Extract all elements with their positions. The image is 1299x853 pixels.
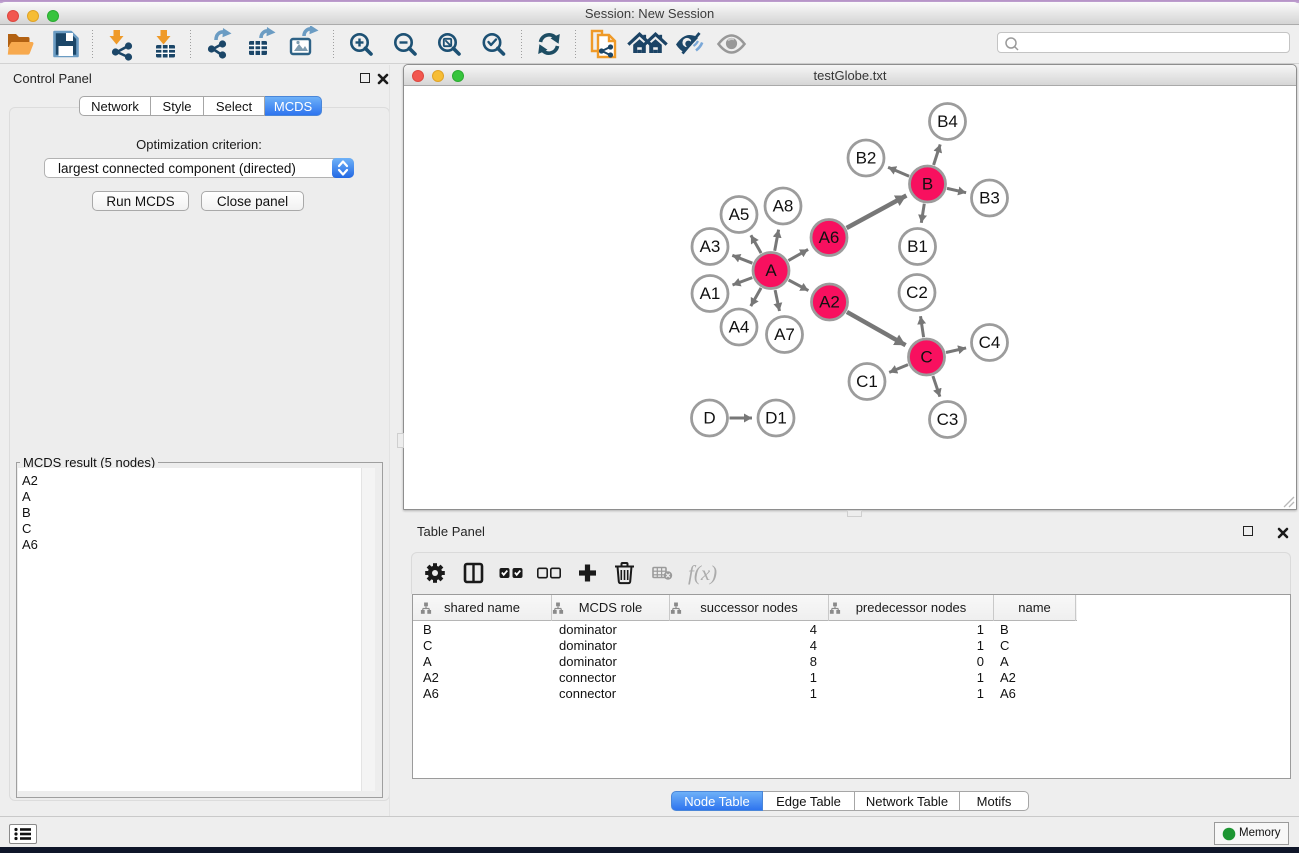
svg-text:B4: B4 [937, 112, 958, 131]
svg-text:A1: A1 [700, 284, 721, 303]
svg-text:C4: C4 [979, 333, 1001, 352]
svg-text:A8: A8 [773, 197, 794, 216]
svg-text:C1: C1 [856, 372, 878, 391]
svg-text:B: B [922, 175, 933, 194]
svg-text:A3: A3 [700, 237, 721, 256]
svg-text:C2: C2 [906, 283, 928, 302]
svg-text:A2: A2 [819, 293, 840, 312]
svg-text:D1: D1 [765, 409, 787, 428]
svg-text:D: D [703, 409, 715, 428]
svg-text:A4: A4 [729, 318, 750, 337]
svg-text:A6: A6 [819, 228, 840, 247]
svg-text:A7: A7 [774, 325, 795, 344]
svg-text:f(x): f(x) [688, 561, 717, 585]
svg-text:A: A [765, 261, 777, 280]
svg-text:A5: A5 [729, 205, 750, 224]
svg-text:B1: B1 [907, 237, 928, 256]
svg-text:B3: B3 [979, 189, 1000, 208]
svg-text:B2: B2 [856, 149, 877, 168]
svg-text:C: C [920, 348, 932, 367]
svg-text:C3: C3 [937, 410, 959, 429]
